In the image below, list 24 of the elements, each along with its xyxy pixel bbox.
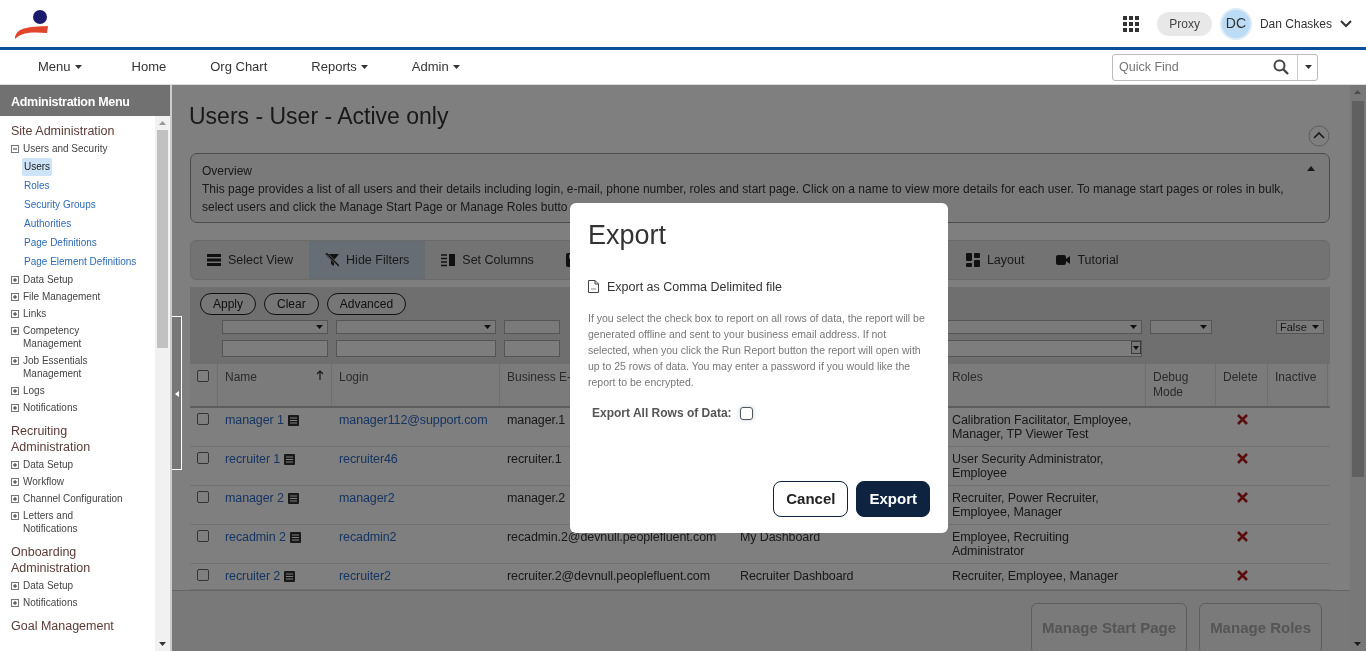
section-heading: Onboarding Administration [11,544,92,576]
overview-text: select users and click the Manage Start Page or Manage Roles butto [202,200,568,214]
table-cell: Calibration Facilitator, Employee, Manager, TP Viewer Test [952,413,1132,441]
table-cell: Recruiter Dashboard [740,569,854,583]
table-cell: recruiter.1 [507,452,562,466]
overview-text: This page provides a list of all users and their details including login, e-mail, phone number, roles and start page. Click on a name to view more details for each user. To manage start pages or roles in bulk, [202,182,1284,196]
table-cell: recruiter.2@devnull.peoplefluent.com [507,569,710,583]
table-cell: User Security Administrator, Employee [952,452,1104,480]
table-cell: Recruiter, Employee, Manager [952,569,1119,583]
table-cell: manager.1 [507,413,566,427]
export-option: Export as Comma Delimited file [607,277,783,297]
modal-title: Export [588,219,667,252]
sidebar-title: Administration Menu [0,85,170,116]
page-title: Users - User - Active only [189,102,449,131]
section-heading: Recruiting Administration [11,423,92,455]
checkbox-label: Export All Rows of Data: [592,405,732,423]
table-cell: Employee, Recruiting Administrator [952,530,1069,558]
overview-title: Overview [202,163,252,180]
section-heading: Goal Management [11,618,115,634]
table-cell: recadmin.2@devnull.peoplefluent.com [507,530,717,544]
table-cell: Recruiter, Power Recruiter, Employee, Manager [952,491,1099,519]
table-cell: manager.2 [507,491,566,505]
section-heading: Site Administration [11,123,116,139]
modal-description: If you select the check box to report on all rows of data, the report will be generated offline and sent to your business email address. If not selected, when you click the Run Report button the report will open with up to 25 rows of data. You may enter a password if you would like the report to be encrypted. [588,311,926,391]
